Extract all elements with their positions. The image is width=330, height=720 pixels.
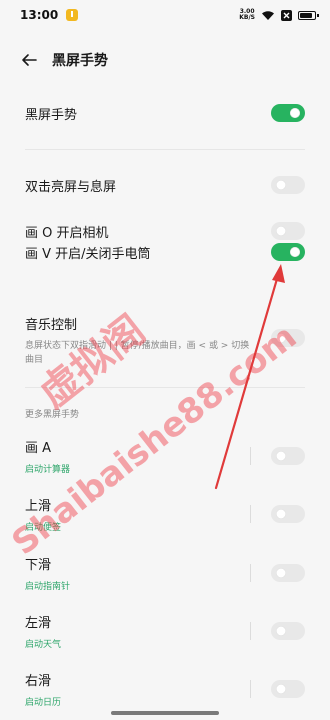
- more-gesture-toggle[interactable]: [271, 680, 305, 698]
- gesture-row-double-tap[interactable]: 双击亮屏与息屏: [0, 172, 330, 198]
- more-gesture-row[interactable]: 下滑 启动指南针: [0, 555, 330, 592]
- battery-icon: [298, 10, 319, 20]
- more-gesture-label: 下滑: [25, 558, 52, 573]
- vertical-divider: [250, 447, 251, 465]
- more-gesture-subtitle[interactable]: 启动日历: [25, 695, 250, 708]
- gesture-label: 画 O 开启相机: [25, 225, 109, 241]
- more-gesture-row[interactable]: 画 A 启动计算器: [0, 438, 330, 475]
- home-indicator: [111, 711, 219, 715]
- gesture-toggle-draw-v[interactable]: [271, 243, 305, 261]
- gesture-toggle-music[interactable]: [271, 329, 305, 347]
- more-gesture-toggle[interactable]: [271, 447, 305, 465]
- divider: [25, 387, 305, 388]
- more-gesture-label: 上滑: [25, 499, 52, 514]
- main-gesture-row[interactable]: 黑屏手势: [0, 100, 330, 126]
- status-bar: 13:00 3.00 KB/S: [0, 0, 330, 30]
- more-gesture-row[interactable]: 右滑 启动日历: [0, 671, 330, 708]
- gesture-row-draw-v[interactable]: 画 V 开启/关闭手电筒: [0, 239, 330, 265]
- more-gesture-toggle[interactable]: [271, 622, 305, 640]
- section-title: 更多黑屏手势: [25, 410, 80, 420]
- more-gesture-toggle[interactable]: [271, 505, 305, 523]
- gesture-label: 音乐控制: [25, 318, 78, 333]
- main-gesture-label: 黑屏手势: [25, 107, 78, 123]
- wifi-icon: [261, 10, 275, 21]
- more-gesture-label: 画 A: [25, 441, 52, 456]
- main-gesture-toggle[interactable]: [271, 104, 305, 122]
- toggle-knob: [276, 509, 286, 519]
- more-gesture-subtitle[interactable]: 启动便签: [25, 520, 250, 533]
- more-gesture-subtitle[interactable]: 启动天气: [25, 637, 250, 650]
- toggle-knob: [276, 568, 286, 578]
- gesture-toggle-draw-o[interactable]: [271, 222, 305, 240]
- more-gesture-row[interactable]: 左滑 启动天气: [0, 613, 330, 650]
- notification-icon: [66, 9, 79, 21]
- vertical-divider: [250, 564, 251, 582]
- net-speed: 3.00 KB/S: [239, 9, 255, 21]
- status-time: 13:00: [20, 8, 59, 22]
- toggle-knob: [276, 180, 286, 190]
- net-speed-unit: KB/S: [239, 14, 255, 21]
- toggle-knob: [276, 626, 286, 636]
- toggle-knob: [290, 108, 300, 118]
- vertical-divider: [250, 680, 251, 698]
- back-arrow-icon[interactable]: [20, 51, 38, 69]
- gesture-toggle-double-tap[interactable]: [271, 176, 305, 194]
- more-gesture-label: 左滑: [25, 616, 52, 631]
- status-icons: 3.00 KB/S: [239, 9, 319, 21]
- no-sim-icon: [281, 9, 292, 21]
- more-gesture-toggle[interactable]: [271, 564, 305, 582]
- toggle-knob: [276, 451, 286, 461]
- gesture-row-music[interactable]: 音乐控制 息屏状态下双指滑动 | | 暂停/播放曲目，画 < 或 > 切换曲目: [0, 314, 330, 366]
- page-title: 黑屏手势: [52, 53, 108, 69]
- gesture-subtitle: 息屏状态下双指滑动 | | 暂停/播放曲目，画 < 或 > 切换曲目: [25, 341, 250, 365]
- more-gesture-subtitle[interactable]: 启动计算器: [25, 462, 250, 475]
- toggle-knob: [276, 684, 286, 694]
- toggle-knob: [290, 247, 300, 257]
- vertical-divider: [250, 505, 251, 523]
- divider: [25, 149, 305, 150]
- toggle-knob: [276, 333, 286, 343]
- vertical-divider: [250, 622, 251, 640]
- toggle-knob: [276, 226, 286, 236]
- more-gesture-row[interactable]: 上滑 启动便签: [0, 496, 330, 533]
- gesture-label: 画 V 开启/关闭手电筒: [25, 246, 151, 262]
- gesture-label: 双击亮屏与息屏: [25, 179, 117, 195]
- more-gesture-label: 右滑: [25, 674, 52, 689]
- more-gesture-subtitle[interactable]: 启动指南针: [25, 579, 250, 592]
- page-header: 黑屏手势: [0, 30, 330, 90]
